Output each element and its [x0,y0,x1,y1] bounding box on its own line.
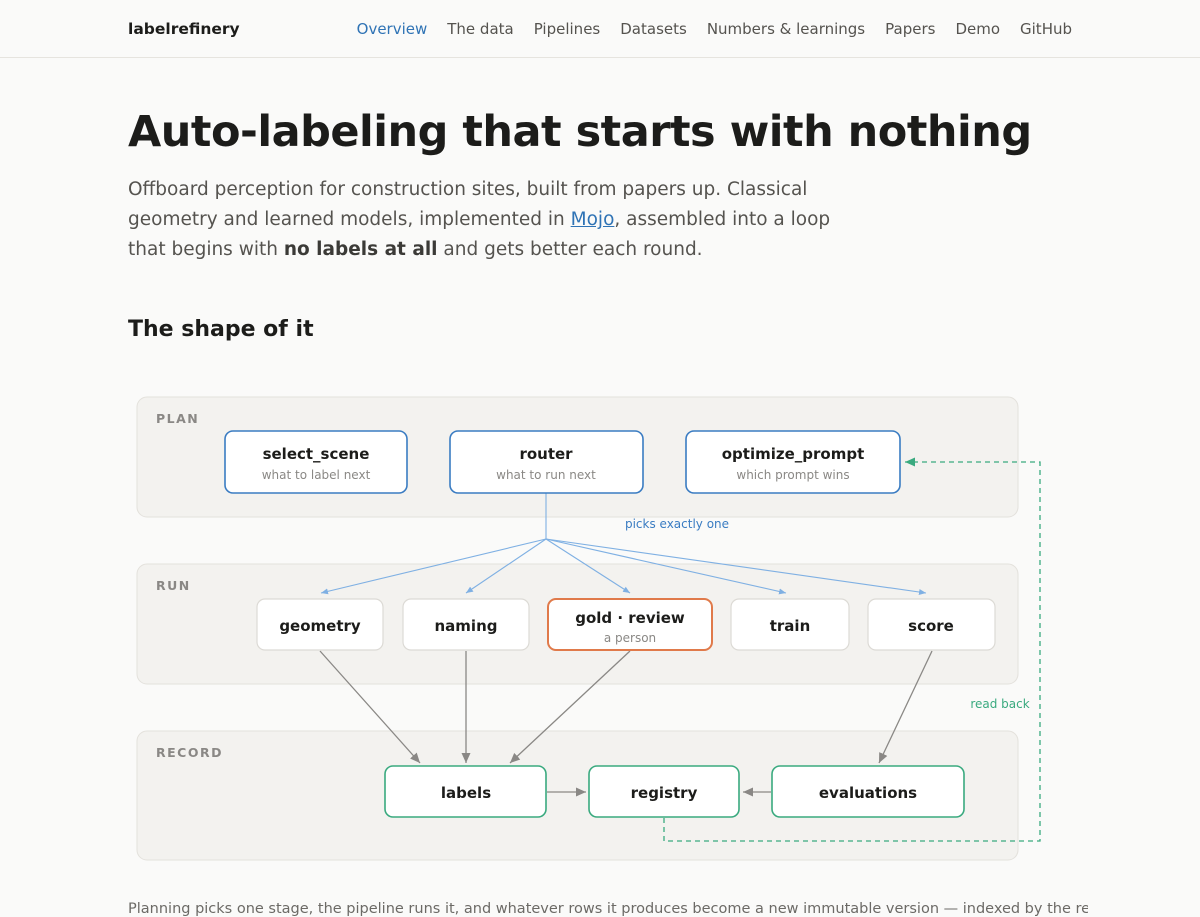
node-router-title: router [519,445,573,463]
node-gold-review[interactable]: gold · review a person [547,598,713,651]
node-naming-title: naming [435,617,498,635]
lane-run-label: RUN [156,578,191,593]
node-select-scene[interactable]: select_scene what to label next [224,430,408,494]
lead-paragraph: Offboard perception for construction sit… [128,175,848,265]
node-optimize-prompt-title: optimize_prompt [722,445,865,463]
node-labels-title: labels [441,784,491,802]
edge-label-picks: picks exactly one [625,517,729,531]
page-title: Auto-labeling that starts with nothing [128,107,1032,157]
node-select-scene-title: select_scene [263,445,370,463]
node-gold-review-subtitle: a person [604,631,656,645]
node-train-title: train [770,617,811,635]
diagram-caption: Planning picks one stage, the pipeline r… [128,900,1088,917]
nav-overview[interactable]: Overview [357,20,428,38]
node-labels[interactable]: labels [384,765,547,818]
nav-demo[interactable]: Demo [955,20,1000,38]
edge-label-read-back: read back [970,697,1029,711]
main-content: Auto-labeling that starts with nothing O… [0,107,1200,343]
node-train[interactable]: train [730,598,850,651]
node-router-subtitle: what to run next [496,468,596,482]
node-registry[interactable]: registry [588,765,740,818]
node-router[interactable]: router what to run next [449,430,644,494]
nav-papers[interactable]: Papers [885,20,935,38]
main-nav: Overview The data Pipelines Datasets Num… [357,20,1072,38]
pipeline-diagram: PLAN RUN RECORD picks exactly one read b… [136,396,1041,861]
brand-link[interactable]: labelrefinery [128,20,240,38]
node-evaluations-title: evaluations [819,784,917,802]
node-select-scene-subtitle: what to label next [262,468,371,482]
node-geometry-title: geometry [279,617,361,635]
node-score-title: score [908,617,954,635]
lane-plan-label: PLAN [156,411,199,426]
node-optimize-prompt-subtitle: which prompt wins [736,468,849,482]
mojo-link[interactable]: Mojo [571,209,615,230]
section-title: The shape of it [128,317,314,343]
nav-github[interactable]: GitHub [1020,20,1072,38]
node-naming[interactable]: naming [402,598,530,651]
nav-datasets[interactable]: Datasets [620,20,687,38]
node-geometry[interactable]: geometry [256,598,384,651]
top-navigation-bar: labelrefinery Overview The data Pipeline… [0,0,1200,58]
node-registry-title: registry [631,784,698,802]
nav-numbers-learnings[interactable]: Numbers & learnings [707,20,865,38]
node-evaluations[interactable]: evaluations [771,765,965,818]
nav-pipelines[interactable]: Pipelines [534,20,601,38]
node-gold-review-title: gold · review [575,609,685,627]
lane-record-label: RECORD [156,745,223,760]
lead-bold: no labels at all [283,239,438,261]
lead-text-3: and gets better each round. [437,239,703,261]
node-optimize-prompt[interactable]: optimize_prompt which prompt wins [685,430,901,494]
nav-the-data[interactable]: The data [447,20,513,38]
node-score[interactable]: score [867,598,996,651]
